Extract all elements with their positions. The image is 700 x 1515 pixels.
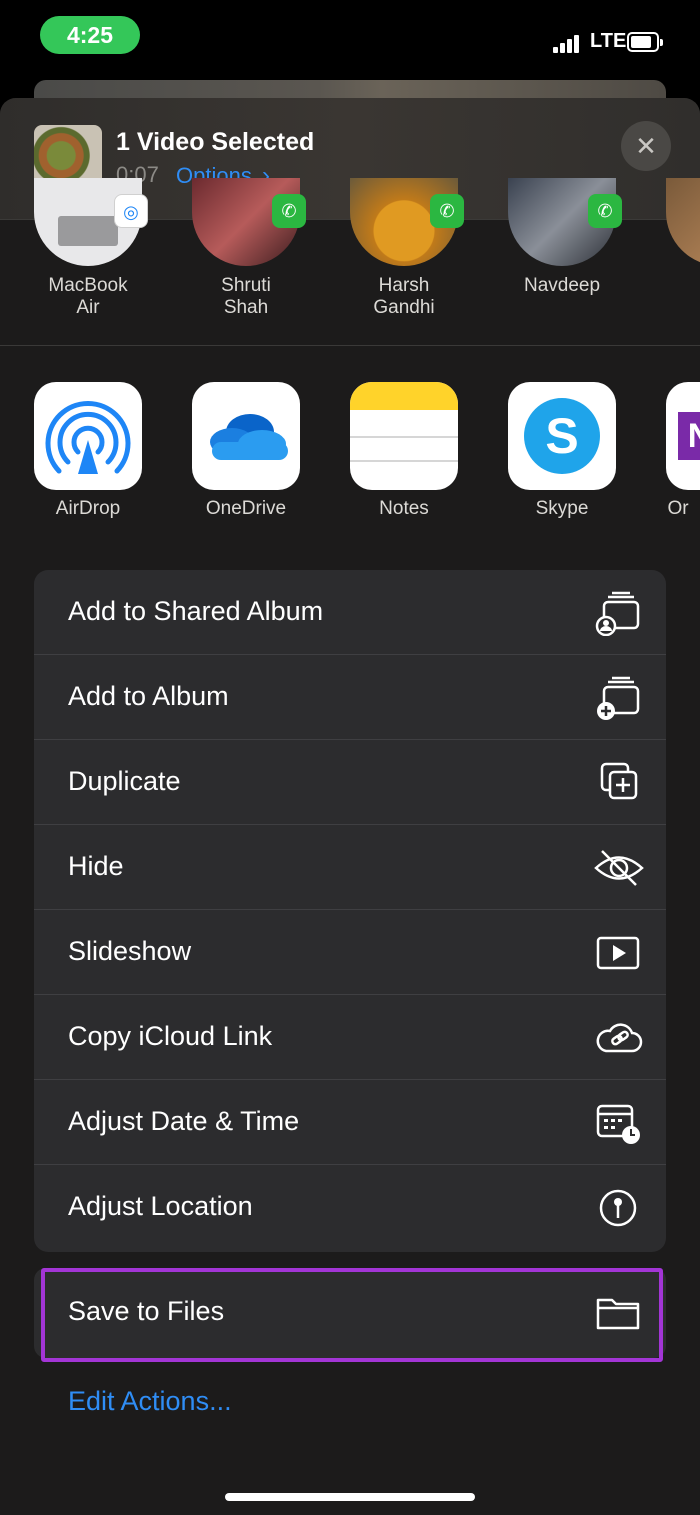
- calendar-clock-icon: [594, 1100, 644, 1146]
- action-label: Slideshow: [68, 936, 192, 966]
- app-label: OneDrive: [205, 498, 287, 519]
- cellular-signal-icon: [553, 33, 581, 53]
- action-add-to-shared-album[interactable]: Add to Shared Album: [34, 570, 666, 655]
- share-sheet: 1 Video Selected 0:07 Options › ✕ ◎ MacB…: [0, 98, 700, 1515]
- action-duplicate[interactable]: Duplicate: [34, 740, 666, 825]
- actions-list: Add to Shared Album Add to Album Duplica…: [34, 570, 666, 1252]
- action-adjust-date-time[interactable]: Adjust Date & Time: [34, 1080, 666, 1165]
- action-label: Copy iCloud Link: [68, 1021, 273, 1051]
- add-album-icon: [594, 675, 644, 721]
- action-copy-icloud-link[interactable]: Copy iCloud Link: [34, 995, 666, 1080]
- app-label: Or: [667, 498, 689, 519]
- whatsapp-icon: ✆: [430, 194, 464, 228]
- close-button[interactable]: ✕: [621, 121, 671, 171]
- cloud-link-icon: [594, 1015, 644, 1061]
- onenote-icon: N: [666, 382, 700, 490]
- action-label: Duplicate: [68, 766, 181, 796]
- apps-row: AirDrop OneDrive Notes S Skype Or: [0, 382, 700, 532]
- close-icon: ✕: [635, 131, 657, 161]
- status-bar: 4:25 LTE: [0, 0, 700, 80]
- network-type: LTE: [590, 30, 627, 52]
- person-name: Shruti Shah: [221, 275, 271, 318]
- section-divider: [0, 345, 700, 346]
- app-label: Notes: [379, 498, 429, 519]
- avatar: ◎: [34, 178, 148, 266]
- highlight-box: [41, 1268, 663, 1362]
- selection-title: 1 Video Selected: [116, 128, 315, 156]
- action-slideshow[interactable]: Slideshow: [34, 910, 666, 995]
- location-pin-icon: [594, 1185, 644, 1231]
- edit-actions-link[interactable]: Edit Actions...: [68, 1386, 232, 1417]
- action-adjust-location[interactable]: Adjust Location: [34, 1165, 666, 1250]
- person-name: Navdeep: [523, 275, 601, 296]
- whatsapp-icon: ✆: [588, 194, 622, 228]
- airdrop-icon: [34, 382, 142, 490]
- avatar: [666, 178, 700, 266]
- notes-icon: [350, 382, 458, 490]
- home-indicator[interactable]: [225, 1493, 475, 1501]
- onedrive-icon: [192, 382, 300, 490]
- battery-icon: [627, 32, 663, 52]
- shared-album-icon: [594, 590, 644, 637]
- laptop-icon: [58, 216, 118, 246]
- action-add-to-album[interactable]: Add to Album: [34, 655, 666, 740]
- airdrop-icon: ◎: [114, 194, 148, 228]
- duplicate-icon: [594, 760, 644, 806]
- action-label: Adjust Location: [68, 1191, 253, 1221]
- person-name: Harsh Gandhi: [373, 275, 435, 318]
- app-label: AirDrop: [55, 498, 121, 519]
- play-icon: [594, 930, 644, 976]
- status-time[interactable]: 4:25: [40, 16, 140, 54]
- action-label: Add to Shared Album: [68, 596, 324, 626]
- avatar: ✆: [508, 178, 622, 266]
- action-label: Add to Album: [68, 681, 229, 711]
- action-label: Adjust Date & Time: [68, 1106, 300, 1136]
- person-name: MacBook Air: [48, 275, 128, 318]
- person-name: A: [650, 275, 700, 297]
- people-row: ◎ MacBook Air ✆ Shruti Shah ✆ Harsh Gandhi: [0, 178, 700, 346]
- avatar: ✆: [192, 178, 306, 266]
- skype-icon: S: [508, 382, 616, 490]
- eye-slash-icon: [594, 845, 644, 891]
- action-label: Hide: [68, 851, 124, 881]
- avatar: ✆: [350, 178, 464, 266]
- whatsapp-icon: ✆: [272, 194, 306, 228]
- action-hide[interactable]: Hide: [34, 825, 666, 910]
